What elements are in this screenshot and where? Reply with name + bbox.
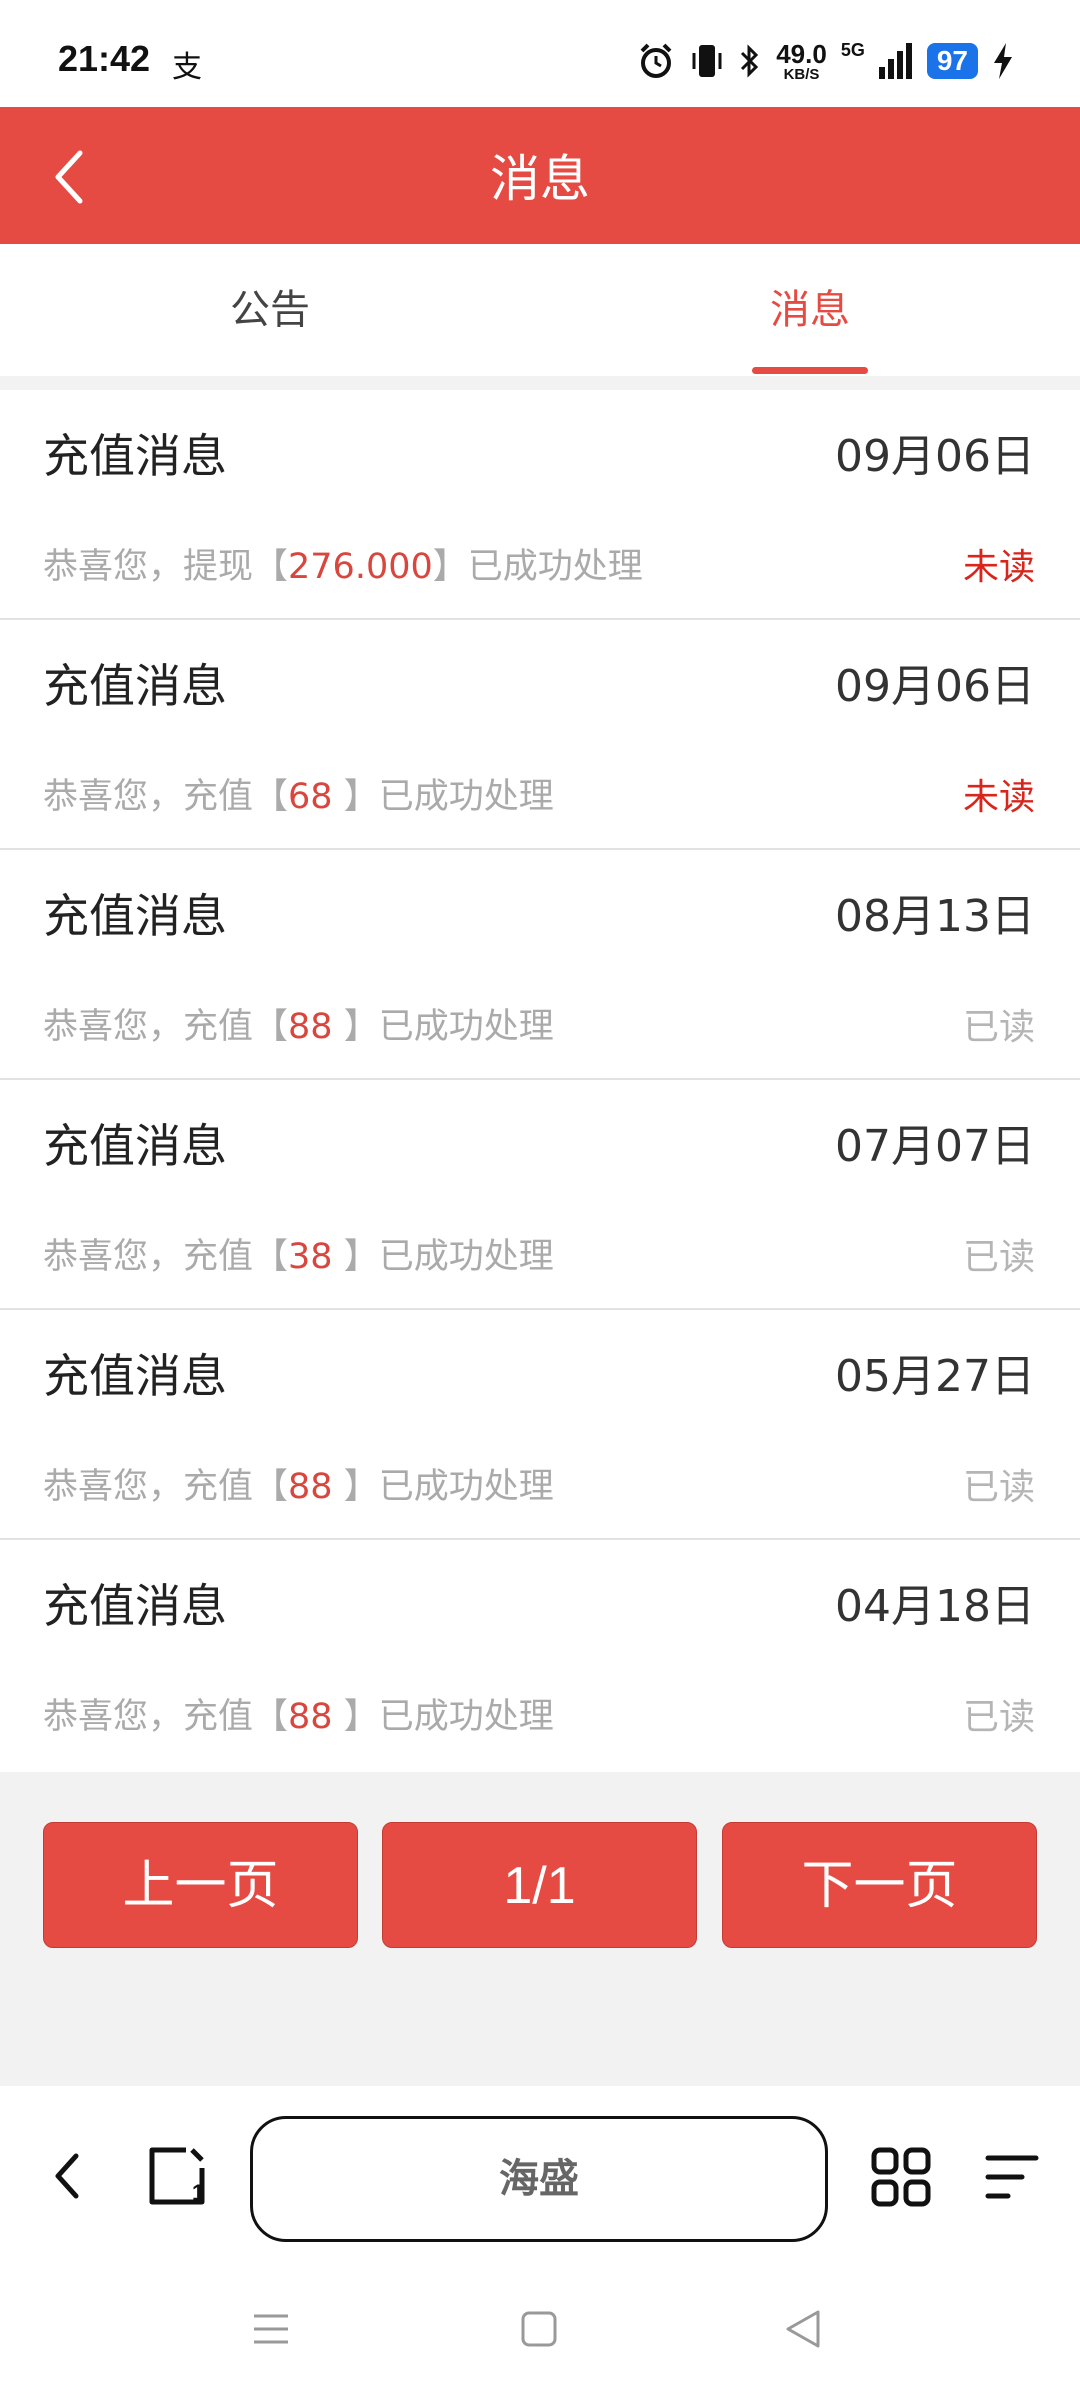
menu-icon[interactable] (984, 2152, 1040, 2202)
tab-bar: 公告 消息 (0, 244, 1080, 376)
next-page-button[interactable]: 下一页 (722, 1822, 1037, 1948)
page-title: 消息 (490, 150, 590, 208)
message-title: 充值消息 (43, 659, 227, 713)
home-icon[interactable] (516, 2306, 562, 2352)
tab-announcements[interactable]: 公告 (0, 244, 540, 376)
message-date: 07月07日 (835, 1121, 1035, 1172)
list-item[interactable]: 充值消息 09月06日 恭喜您，提现【276.000】已成功处理 未读 (0, 390, 1080, 620)
alarm-icon (640, 43, 672, 78)
network-type: 5G (840, 40, 865, 60)
bluetooth-icon (741, 44, 759, 78)
vibrate-icon (692, 45, 722, 77)
message-body: 恭喜您，充值【88 】已成功处理 (43, 1697, 554, 1737)
net-speed: 49.0 KB/S (776, 38, 827, 83)
app-header: 消息 (0, 107, 1080, 244)
address-bar[interactable]: 海盛 (250, 2116, 828, 2242)
tabs-count-icon[interactable]: 1 (146, 2146, 208, 2206)
divider (0, 376, 1080, 390)
page-indicator-button[interactable]: 1/1 (382, 1822, 697, 1948)
back-triangle-icon[interactable] (780, 2306, 826, 2352)
battery-level: 97 (926, 43, 978, 79)
message-amount: 88 (288, 1007, 344, 1047)
list-item[interactable]: 充值消息 05月27日 恭喜您，充值【88 】已成功处理 已读 (0, 1310, 1080, 1540)
status-bar: 21:42 支 49.0 KB/S 5G 97 (0, 0, 1080, 107)
message-title: 充值消息 (43, 1119, 227, 1173)
message-title: 充值消息 (43, 1349, 227, 1403)
message-body: 恭喜您，充值【88 】已成功处理 (43, 1007, 554, 1047)
alipay-notification-icon: 支 (172, 50, 202, 85)
message-title: 充值消息 (43, 1579, 227, 1633)
message-date: 09月06日 (835, 431, 1035, 482)
message-title: 充值消息 (43, 429, 227, 483)
tab-messages[interactable]: 消息 (540, 244, 1080, 376)
svg-text:1: 1 (192, 2180, 204, 2205)
signal-icon (878, 43, 912, 79)
system-nav-bar (0, 2266, 1080, 2400)
message-body: 恭喜您，充值【68 】已成功处理 (43, 777, 554, 817)
list-item[interactable]: 充值消息 07月07日 恭喜您，充值【38 】已成功处理 已读 (0, 1080, 1080, 1310)
list-item[interactable]: 充值消息 08月13日 恭喜您，充值【88 】已成功处理 已读 (0, 850, 1080, 1080)
apps-grid-icon[interactable] (870, 2146, 932, 2208)
prev-page-button[interactable]: 上一页 (43, 1822, 358, 1948)
message-date: 08月13日 (835, 891, 1035, 942)
list-item[interactable]: 充值消息 04月18日 恭喜您，充值【88 】已成功处理 已读 (0, 1540, 1080, 1768)
message-date: 04月18日 (835, 1581, 1035, 1632)
browser-toolbar: 1 海盛 (0, 2086, 1080, 2266)
message-body: 恭喜您，充值【88 】已成功处理 (43, 1467, 554, 1507)
message-amount: 38 (288, 1237, 344, 1277)
read-status: 已读 (962, 1467, 1035, 1508)
active-tab-indicator (752, 367, 868, 374)
message-body: 恭喜您，充值【38 】已成功处理 (43, 1237, 554, 1277)
read-status: 未读 (962, 547, 1035, 588)
message-title: 充值消息 (43, 889, 227, 943)
read-status: 已读 (962, 1237, 1035, 1278)
read-status: 已读 (962, 1007, 1035, 1048)
message-amount: 68 (288, 777, 344, 817)
message-date: 05月27日 (835, 1351, 1035, 1402)
message-amount: 276.000 (288, 547, 433, 587)
recent-apps-icon[interactable] (248, 2306, 294, 2352)
message-list: 充值消息 09月06日 恭喜您，提现【276.000】已成功处理 未读 充值消息… (0, 390, 1080, 1768)
list-item[interactable]: 充值消息 09月06日 恭喜您，充值【68 】已成功处理 未读 (0, 620, 1080, 850)
message-amount: 88 (288, 1467, 344, 1507)
status-time: 21:42 (58, 38, 151, 79)
read-status: 未读 (962, 777, 1035, 818)
message-date: 09月06日 (835, 661, 1035, 712)
message-amount: 88 (288, 1697, 344, 1737)
charging-icon (994, 43, 1012, 79)
message-body: 恭喜您，提现【276.000】已成功处理 (43, 547, 643, 587)
read-status: 已读 (962, 1697, 1035, 1738)
browser-back-icon[interactable] (48, 2150, 88, 2202)
